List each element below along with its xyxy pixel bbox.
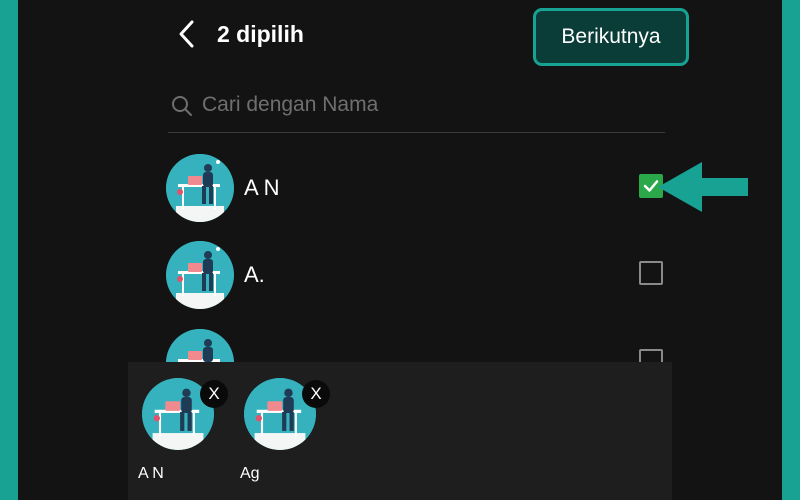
selected-chip: X A N	[134, 378, 228, 488]
chip-name: A N	[138, 465, 164, 482]
chip-name: Ag	[240, 465, 260, 482]
avatar	[166, 154, 234, 222]
next-button[interactable]: Berikutnya	[533, 8, 689, 66]
remove-chip-button[interactable]: X	[302, 380, 330, 408]
back-button[interactable]	[168, 14, 208, 54]
avatar	[166, 241, 234, 309]
contact-name: A.	[244, 262, 265, 287]
contact-picker-screen: 2 dipilih Berikutnya Cari dengan Nama A …	[18, 0, 782, 500]
contact-checkbox[interactable]	[639, 261, 663, 285]
page-title: 2 dipilih	[217, 21, 304, 47]
contact-name: A N	[244, 175, 280, 200]
arrow-left-icon	[658, 162, 748, 212]
remove-chip-button[interactable]: X	[200, 380, 228, 408]
chevron-left-icon	[179, 20, 194, 48]
selected-contacts-tray: X A N X Ag	[128, 362, 672, 500]
search-bar	[168, 86, 665, 133]
selected-chip: X Ag	[236, 378, 330, 488]
search-icon	[172, 96, 192, 116]
contact-row[interactable]: A.	[18, 241, 782, 321]
search-input[interactable]	[200, 86, 654, 124]
